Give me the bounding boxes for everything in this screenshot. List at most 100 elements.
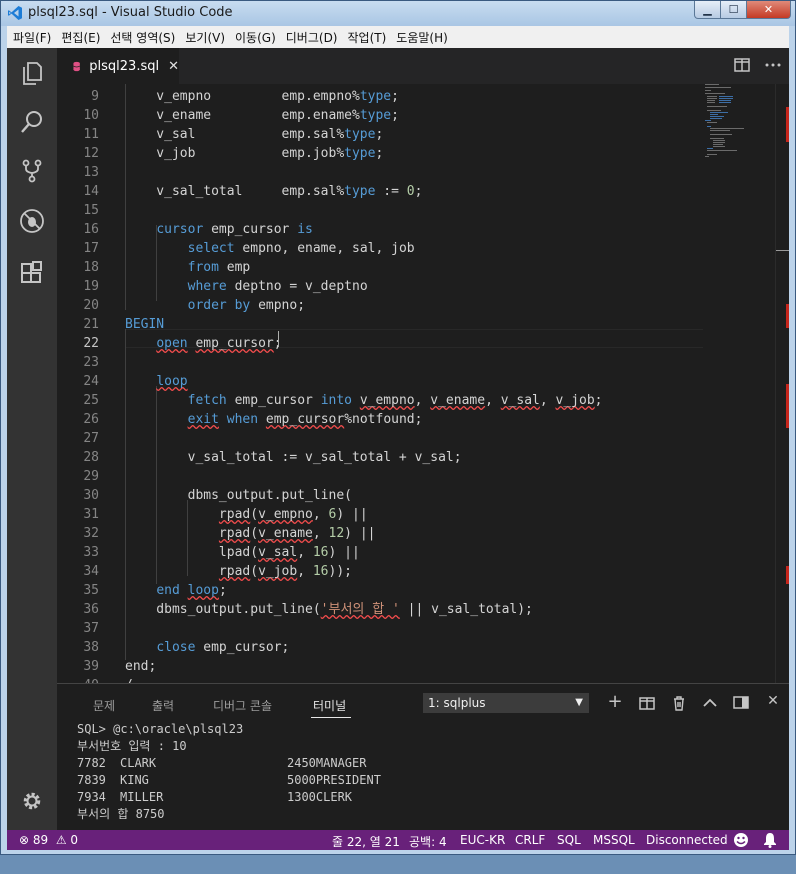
title-bar[interactable]: plsql23.sql - Visual Studio Code ▁ ☐ ✕ (1, 1, 795, 26)
code-line: 13 (57, 163, 657, 182)
code-text: v_ename emp.ename%type; (125, 108, 399, 123)
line-number: 23 (83, 355, 99, 370)
search-icon[interactable] (19, 109, 45, 135)
sql-dialect-status[interactable]: MSSQL (593, 833, 635, 847)
terminal-select[interactable]: 1: sqlplus ▼ (423, 693, 589, 713)
line-number: 36 (83, 602, 99, 617)
menu-tasks[interactable]: 작업(T) (348, 29, 387, 46)
vscode-app: plsql23.sql ✕ 9 v_empno emp.empno%type; 1… (7, 48, 789, 850)
extensions-icon[interactable] (19, 259, 45, 285)
terminal-line: SQL> @c:\oracle\plsql23 (77, 722, 244, 736)
menu-debug[interactable]: 디버그(D) (286, 29, 338, 46)
more-actions-icon[interactable] (765, 63, 781, 67)
line-number: 28 (83, 450, 99, 465)
code-text: v_job emp.job%type; (125, 146, 384, 161)
tab-debug-console[interactable]: 디버그 콘솔 (213, 697, 272, 714)
connection-status[interactable]: Disconnected (646, 833, 728, 847)
tab-output[interactable]: 출력 (152, 697, 174, 714)
trash-icon[interactable] (671, 695, 687, 711)
code-text: v_sal_total := v_sal_total + v_sal; (125, 450, 462, 465)
maximize-button[interactable]: ☐ (721, 1, 747, 19)
active-tab-underline (311, 717, 351, 718)
settings-gear-icon[interactable] (21, 790, 43, 812)
encoding-status[interactable]: EUC-KR (460, 833, 505, 847)
window: plsql23.sql - Visual Studio Code ▁ ☐ ✕ 파… (0, 0, 796, 855)
notifications-bell-icon[interactable] (763, 832, 777, 848)
code-text: BEGIN (125, 317, 165, 332)
minimize-button[interactable]: ▁ (694, 1, 721, 19)
code-line: 40 / (57, 676, 657, 683)
ename-cell: MILLER (120, 790, 164, 804)
indentation-status[interactable]: 공백: 4 (409, 833, 447, 850)
code-text: / (125, 676, 133, 683)
code-text: end loop; (156, 583, 227, 598)
menu-selection[interactable]: 선택 영역(S) (110, 29, 175, 46)
terminal-row: 7782 CLARK 2450MANAGER (77, 755, 777, 772)
problems-status[interactable]: ⊗ 89 ⚠ 0 (19, 833, 78, 847)
code-line: 16 cursor emp_cursor is (57, 220, 657, 239)
line-number: 20 (83, 298, 99, 313)
code-text: close emp_cursor; (156, 640, 290, 655)
code-text: exit when emp_cursor%notfound; (187, 412, 423, 427)
debug-icon[interactable] (19, 208, 45, 234)
split-terminal-icon[interactable] (639, 697, 655, 710)
tab-problems[interactable]: 문제 (93, 697, 115, 714)
code-line: 23 (57, 353, 657, 372)
line-number: 15 (83, 203, 99, 218)
line-number: 33 (83, 545, 99, 560)
editor-tab-bar: plsql23.sql ✕ (57, 48, 789, 84)
menu-go[interactable]: 이동(G) (235, 29, 276, 46)
line-number: 25 (83, 393, 99, 408)
status-bar: ⊗ 89 ⚠ 0 줄 22, 열 21 공백: 4 EUC-KR CRLF SQ… (7, 830, 789, 850)
code-text: v_sal emp.sal%type; (125, 127, 384, 142)
code-line: 37 (57, 619, 657, 638)
sal-job-cell: 2450MANAGER (287, 756, 367, 770)
code-line: 26 exit when emp_cursor%notfound; (57, 410, 657, 429)
menu-view[interactable]: 보기(V) (185, 29, 225, 46)
line-number: 40 (57, 676, 99, 683)
code-text: loop (156, 374, 188, 389)
feedback-smiley-icon[interactable] (733, 832, 749, 848)
code-text: fetch emp_cursor into v_empno, v_ename, … (187, 393, 603, 408)
vscode-logo-icon (8, 6, 22, 20)
cursor-position[interactable]: 줄 22, 열 21 (332, 833, 400, 850)
code-line: 27 (57, 429, 657, 448)
chevron-down-icon: ▼ (575, 697, 583, 708)
code-line: 10 v_ename emp.ename%type; (57, 106, 657, 125)
line-number: 18 (83, 260, 99, 275)
code-text: v_empno emp.empno%type; (125, 89, 399, 104)
line-number: 30 (83, 488, 99, 503)
code-text: where deptno = v_deptno (187, 279, 368, 294)
terminal-line: 부서번호 입력 : 10 (77, 739, 187, 753)
activity-bar (7, 48, 57, 830)
explorer-icon[interactable] (19, 60, 45, 86)
split-editor-icon[interactable] (734, 58, 750, 72)
source-control-icon[interactable] (19, 158, 45, 184)
code-editor[interactable]: 9 v_empno emp.empno%type; 10 v_ename emp.… (57, 84, 789, 683)
code-line: 30 dbms_output.put_line( (57, 486, 657, 505)
eol-status[interactable]: CRLF (515, 833, 545, 847)
close-button[interactable]: ✕ (747, 1, 791, 19)
minimap[interactable] (705, 84, 775, 184)
toggle-panel-icon[interactable] (733, 696, 749, 709)
language-mode[interactable]: SQL (557, 833, 581, 847)
line-number: 10 (83, 108, 99, 123)
tab-plsql23[interactable]: plsql23.sql ✕ (57, 48, 179, 84)
tab-close-icon[interactable]: ✕ (168, 59, 179, 74)
menu-bar: 파일(F) 편집(E) 선택 영역(S) 보기(V) 이동(G) 디버그(D) … (7, 26, 789, 48)
code-line: 15 (57, 201, 657, 220)
code-text: open emp_cursor; (156, 336, 281, 351)
code-text: dbms_output.put_line('부서의 합 ' || v_sal_t… (125, 602, 533, 617)
maximize-panel-icon[interactable] (702, 697, 718, 707)
menu-file[interactable]: 파일(F) (13, 29, 51, 46)
line-number: 34 (83, 564, 99, 579)
close-panel-icon[interactable]: ✕ (765, 693, 781, 709)
line-number: 26 (83, 412, 99, 427)
code-line: 31 rpad(v_empno, 6) || (57, 505, 657, 524)
terminal-output[interactable]: SQL> @c:\oracle\plsql23 부서번호 입력 : 10 778… (77, 721, 777, 823)
add-terminal-icon[interactable]: + (607, 691, 623, 712)
menu-help[interactable]: 도움말(H) (396, 29, 448, 46)
code-line: 19 where deptno = v_deptno (57, 277, 657, 296)
tab-terminal[interactable]: 터미널 (313, 697, 346, 714)
menu-edit[interactable]: 편집(E) (61, 29, 100, 46)
